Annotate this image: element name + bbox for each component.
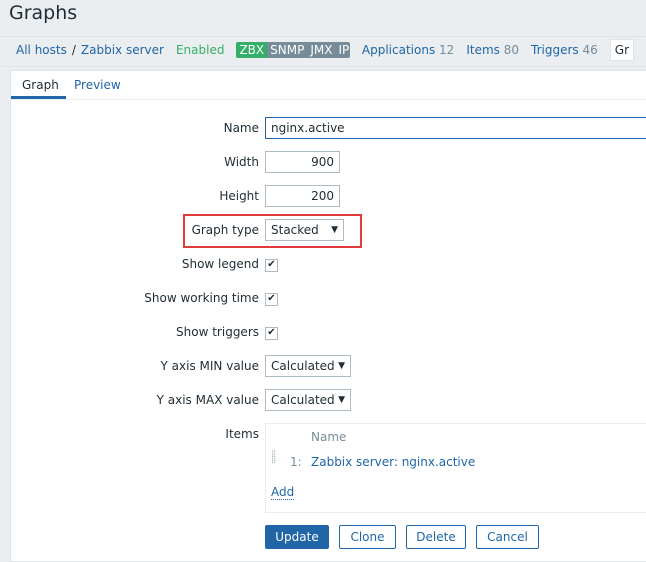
delete-button[interactable]: Delete	[406, 525, 466, 549]
dropdown-arrow-icon: ▼	[331, 225, 338, 235]
form-panel: Graph Preview Name nginx.active Width 90…	[10, 70, 646, 562]
add-item-link[interactable]: Add	[271, 485, 295, 500]
items-count: 80	[503, 43, 520, 57]
ymax-value: Calculated	[271, 393, 335, 407]
clone-button[interactable]: Clone	[339, 525, 396, 549]
form-tabs: Graph Preview	[11, 71, 646, 100]
width-input[interactable]: 900	[265, 151, 340, 173]
items-label[interactable]: Items	[466, 43, 500, 57]
availability-badges: ZBX SNMP JMX IPMI	[236, 42, 350, 58]
tab-graph[interactable]: Graph	[22, 78, 59, 92]
applications-count: 12	[439, 43, 455, 57]
all-hosts-link[interactable]: All hosts	[16, 43, 67, 57]
tab-preview[interactable]: Preview	[74, 78, 121, 92]
item-index: 1:	[290, 455, 302, 469]
host-link[interactable]: Zabbix server	[81, 43, 164, 57]
items-table: Name ⁞⁞ ⁞⁞ 1: Zabbix server: nginx.active…	[265, 423, 646, 513]
items-label: Items	[225, 427, 259, 441]
badge-zbx: ZBX	[236, 42, 268, 58]
show-working-time-label: Show working time	[144, 291, 259, 305]
show-triggers-checkbox[interactable]: ✔	[265, 327, 278, 340]
name-label: Name	[223, 121, 259, 135]
page-title: Graphs	[9, 2, 78, 24]
graph-type-select[interactable]: Stacked ▼	[265, 219, 344, 241]
dropdown-arrow-icon: ▼	[338, 361, 345, 371]
dropdown-arrow-icon: ▼	[338, 395, 345, 405]
ymin-label: Y axis MIN value	[160, 359, 259, 373]
triggers-count: 46	[582, 43, 598, 57]
show-legend-checkbox[interactable]: ✔	[265, 259, 278, 272]
item-name-link[interactable]: Zabbix server: nginx.active	[311, 455, 475, 469]
ymin-select[interactable]: Calculated ▼	[265, 355, 351, 377]
triggers-label[interactable]: Triggers	[531, 43, 579, 57]
applications-link[interactable]: Applications 12	[362, 43, 454, 57]
cancel-button[interactable]: Cancel	[476, 525, 539, 549]
triggers-link[interactable]: Triggers 46	[531, 43, 598, 57]
items-column-name: Name	[311, 430, 347, 444]
show-legend-label: Show legend	[181, 257, 259, 271]
ymin-value: Calculated	[271, 359, 335, 373]
graph-type-value: Stacked	[271, 223, 319, 237]
width-label: Width	[224, 155, 259, 169]
badge-jmx: JMX	[307, 42, 336, 58]
show-triggers-label: Show triggers	[176, 325, 259, 339]
ymax-select[interactable]: Calculated ▼	[265, 389, 351, 411]
active-tab-indicator	[11, 96, 66, 99]
drag-handle-icon[interactable]: ⁞⁞ ⁞⁞	[271, 450, 276, 466]
show-working-time-checkbox[interactable]: ✔	[265, 293, 278, 306]
update-button[interactable]: Update	[265, 525, 329, 549]
graphs-tab-current[interactable]: Gr	[609, 39, 634, 61]
status-enabled[interactable]: Enabled	[176, 43, 225, 57]
height-label: Height	[219, 189, 259, 203]
items-link[interactable]: Items 80	[466, 43, 519, 57]
badge-snmp: SNMP	[267, 42, 308, 58]
breadcrumb: All hosts / Zabbix server Enabled ZBX SN…	[0, 36, 646, 64]
applications-label[interactable]: Applications	[362, 43, 435, 57]
breadcrumb-separator: /	[71, 43, 76, 57]
ymax-label: Y axis MAX value	[156, 393, 259, 407]
badge-ipmi: IPMI	[335, 42, 350, 58]
name-input[interactable]: nginx.active	[265, 117, 646, 139]
height-input[interactable]: 200	[265, 185, 340, 207]
graph-type-label: Graph type	[191, 223, 259, 237]
